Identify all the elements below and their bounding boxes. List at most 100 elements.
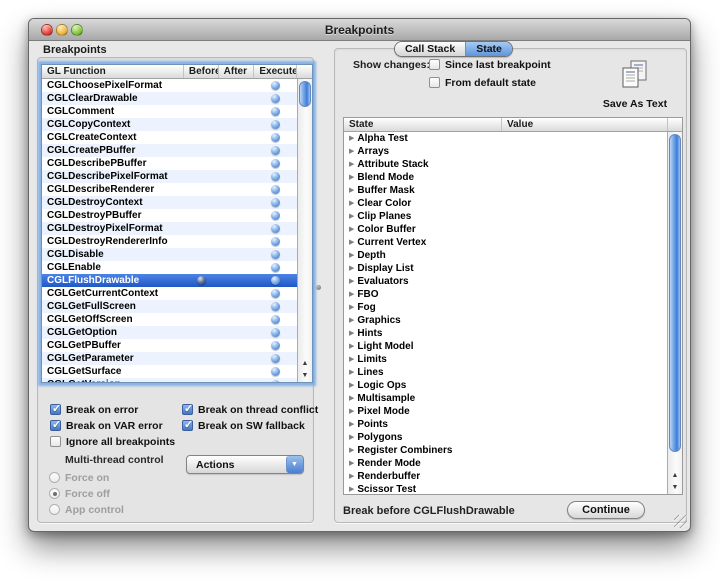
scroll-down-icon[interactable]: ▼: [302, 370, 309, 382]
state-row[interactable]: ▶Renderbuffer: [344, 470, 667, 483]
state-row[interactable]: ▶Attribute Stack: [344, 158, 667, 171]
state-row[interactable]: ▶Graphics: [344, 314, 667, 327]
breakpoint-execute-orb[interactable]: [271, 302, 280, 311]
disclosure-triangle-icon[interactable]: ▶: [349, 392, 354, 405]
breakpoint-execute-orb[interactable]: [271, 315, 280, 324]
state-row[interactable]: ▶Render Mode: [344, 457, 667, 470]
gl-function-row[interactable]: CGLGetFullScreen: [42, 300, 297, 313]
gl-function-row[interactable]: CGLDescribeRenderer: [42, 183, 297, 196]
breakpoint-execute-orb[interactable]: [271, 211, 280, 220]
disclosure-triangle-icon[interactable]: ▶: [349, 431, 354, 444]
gl-table-scrollbar[interactable]: ▲ ▼: [297, 79, 312, 382]
disclosure-triangle-icon[interactable]: ▶: [349, 457, 354, 470]
disclosure-triangle-icon[interactable]: ▶: [349, 210, 354, 223]
from-default-state-checkbox[interactable]: From default state: [429, 76, 536, 89]
column-header-state[interactable]: State: [344, 118, 502, 131]
state-row[interactable]: ▶Fog: [344, 301, 667, 314]
disclosure-triangle-icon[interactable]: ▶: [349, 366, 354, 379]
state-row[interactable]: ▶Evaluators: [344, 275, 667, 288]
save-as-text-button[interactable]: Save As Text: [585, 59, 685, 110]
gl-function-row[interactable]: CGLGetParameter: [42, 352, 297, 365]
disclosure-triangle-icon[interactable]: ▶: [349, 301, 354, 314]
disclosure-triangle-icon[interactable]: ▶: [349, 262, 354, 275]
column-header-gl-function[interactable]: GL Function: [42, 65, 184, 78]
breakpoint-execute-orb[interactable]: [271, 237, 280, 246]
column-header-before[interactable]: Before: [184, 65, 219, 78]
since-last-breakpoint-checkbox[interactable]: Since last breakpoint: [429, 58, 551, 71]
scroll-up-icon[interactable]: ▲: [302, 358, 309, 370]
gl-function-row[interactable]: CGLGetOption: [42, 326, 297, 339]
breakpoint-execute-orb[interactable]: [271, 185, 280, 194]
actions-popup-button[interactable]: Actions ▼: [186, 455, 304, 474]
state-row[interactable]: ▶Logic Ops: [344, 379, 667, 392]
disclosure-triangle-icon[interactable]: ▶: [349, 223, 354, 236]
state-row[interactable]: ▶Points: [344, 418, 667, 431]
gl-function-row[interactable]: CGLChoosePixelFormat: [42, 79, 297, 92]
disclosure-triangle-icon[interactable]: ▶: [349, 418, 354, 431]
breakpoint-execute-orb[interactable]: [271, 107, 280, 116]
disclosure-triangle-icon[interactable]: ▶: [349, 184, 354, 197]
disclosure-triangle-icon[interactable]: ▶: [349, 249, 354, 262]
gl-function-row[interactable]: CGLCreatePBuffer: [42, 144, 297, 157]
state-row[interactable]: ▶Pixel Mode: [344, 405, 667, 418]
disclosure-triangle-icon[interactable]: ▶: [349, 379, 354, 392]
disclosure-triangle-icon[interactable]: ▶: [349, 314, 354, 327]
pane-splitter-handle[interactable]: [316, 285, 321, 290]
breakpoint-execute-orb[interactable]: [271, 159, 280, 168]
breakpoint-execute-orb[interactable]: [271, 94, 280, 103]
gl-function-row[interactable]: CGLDescribePixelFormat: [42, 170, 297, 183]
breakpoint-execute-orb[interactable]: [271, 120, 280, 129]
breakpoint-execute-orb[interactable]: [271, 276, 280, 285]
state-row[interactable]: ▶Depth: [344, 249, 667, 262]
breakpoint-execute-orb[interactable]: [271, 367, 280, 376]
scrollbar-thumb[interactable]: [299, 81, 311, 107]
state-row[interactable]: ▶Limits: [344, 353, 667, 366]
scroll-down-icon[interactable]: ▼: [672, 482, 679, 494]
state-table-scrollbar[interactable]: ▲ ▼: [667, 132, 682, 494]
disclosure-triangle-icon[interactable]: ▶: [349, 275, 354, 288]
state-row[interactable]: ▶Arrays: [344, 145, 667, 158]
breakpoint-execute-orb[interactable]: [271, 81, 280, 90]
break-on-sw-fallback-checkbox[interactable]: Break on SW fallback: [182, 419, 305, 432]
breakpoint-execute-orb[interactable]: [271, 354, 280, 363]
column-header-after[interactable]: After: [219, 65, 255, 78]
gl-function-row[interactable]: CGLGetPBuffer: [42, 339, 297, 352]
state-row[interactable]: ▶Polygons: [344, 431, 667, 444]
state-row[interactable]: ▶Scissor Test: [344, 483, 667, 494]
state-row[interactable]: ▶Register Combiners: [344, 444, 667, 457]
disclosure-triangle-icon[interactable]: ▶: [349, 470, 354, 483]
gl-function-row[interactable]: CGLGetVersion: [42, 378, 297, 382]
breakpoint-execute-orb[interactable]: [271, 172, 280, 181]
gl-function-row[interactable]: CGLComment: [42, 105, 297, 118]
state-row[interactable]: ▶Display List: [344, 262, 667, 275]
gl-function-row[interactable]: CGLFlushDrawable: [42, 274, 297, 287]
disclosure-triangle-icon[interactable]: ▶: [349, 288, 354, 301]
gl-function-row[interactable]: CGLDestroyRendererInfo: [42, 235, 297, 248]
tab-state[interactable]: State: [466, 42, 512, 56]
state-row[interactable]: ▶Color Buffer: [344, 223, 667, 236]
disclosure-triangle-icon[interactable]: ▶: [349, 132, 354, 145]
continue-button[interactable]: Continue: [567, 501, 645, 519]
ignore-all-breakpoints-checkbox[interactable]: Ignore all breakpoints: [50, 435, 175, 448]
breakpoint-execute-orb[interactable]: [271, 133, 280, 142]
state-row[interactable]: ▶Multisample: [344, 392, 667, 405]
state-row[interactable]: ▶Lines: [344, 366, 667, 379]
gl-function-row[interactable]: CGLCreateContext: [42, 131, 297, 144]
state-row[interactable]: ▶Clip Planes: [344, 210, 667, 223]
gl-function-row[interactable]: CGLClearDrawable: [42, 92, 297, 105]
break-on-error-checkbox[interactable]: Break on error: [50, 403, 138, 416]
gl-function-row[interactable]: CGLCopyContext: [42, 118, 297, 131]
breakpoint-execute-orb[interactable]: [271, 289, 280, 298]
gl-function-row[interactable]: CGLGetCurrentContext: [42, 287, 297, 300]
disclosure-triangle-icon[interactable]: ▶: [349, 483, 354, 494]
disclosure-triangle-icon[interactable]: ▶: [349, 236, 354, 249]
breakpoint-execute-orb[interactable]: [271, 380, 280, 382]
breakpoint-execute-orb[interactable]: [271, 341, 280, 350]
breakpoint-execute-orb[interactable]: [271, 263, 280, 272]
state-row[interactable]: ▶Blend Mode: [344, 171, 667, 184]
gl-function-row[interactable]: CGLDestroyPixelFormat: [42, 222, 297, 235]
gl-function-row[interactable]: CGLDescribePBuffer: [42, 157, 297, 170]
scroll-up-icon[interactable]: ▲: [672, 470, 679, 482]
gl-function-row[interactable]: CGLDestroyPBuffer: [42, 209, 297, 222]
state-row[interactable]: ▶Light Model: [344, 340, 667, 353]
